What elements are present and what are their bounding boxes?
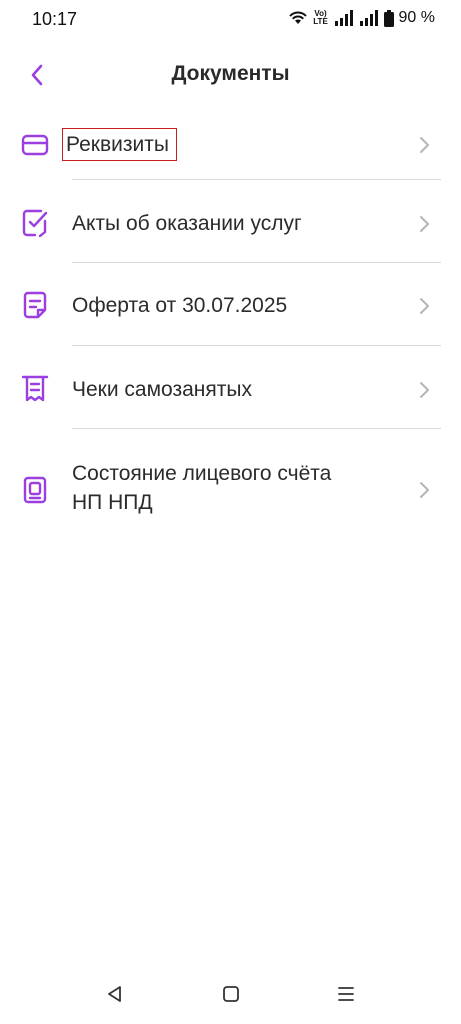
chevron-right-icon [420,482,429,498]
receipt-icon [20,374,50,404]
page-title: Документы [171,62,290,85]
menu-lines-icon [338,987,354,1001]
signal-icon [334,10,353,26]
home-square-icon [223,986,239,1002]
nav-home-button[interactable] [211,978,251,1010]
nav-menu-button[interactable] [326,978,366,1010]
chevron-right-icon [420,382,429,398]
document-icon [20,290,50,320]
menu-item-label: Чеки самозанятых [72,378,252,401]
battery-icon [383,9,394,27]
menu-item-label: Акты об оказании услуг [72,212,302,235]
menu-item-label: Реквизиты [62,128,177,161]
battery-percent: 90 % [398,9,435,26]
menu-item-label: Оферта от 30.07.2025 [72,294,288,317]
card-icon [20,130,50,160]
menu-item-label: Состояние лицевого счёта НП НПД [72,462,332,514]
back-triangle-icon [108,986,121,1002]
signal-icon-2 [359,10,378,26]
system-navigation-bar [0,964,461,1024]
status-bar: 10:17 Vo) LTE 90 % [0,0,461,40]
signed-document-icon [20,208,50,238]
volte-icon: Vo) LTE [313,9,328,26]
menu-item-account-status[interactable]: Состояние лицевого счёта НП НПД [0,429,461,529]
menu-item-requisites[interactable]: Реквизиты [0,103,461,180]
account-statement-icon [20,475,50,505]
status-time: 10:17 [32,9,78,29]
chevron-right-icon [420,216,429,232]
header: Документы [0,52,461,100]
menu-item-offer[interactable]: Оферта от 30.07.2025 [0,263,461,346]
chevron-right-icon [420,137,429,153]
chevron-right-icon [420,298,429,314]
menu-item-acts[interactable]: Акты об оказании услуг [0,180,461,263]
documents-menu: Реквизиты Акты об оказании услуг Оферта … [0,103,461,529]
status-icons: Vo) LTE 90 % [288,9,435,27]
wifi-icon [288,11,307,24]
nav-back-button[interactable] [95,978,135,1010]
menu-item-receipts[interactable]: Чеки самозанятых [0,346,461,429]
